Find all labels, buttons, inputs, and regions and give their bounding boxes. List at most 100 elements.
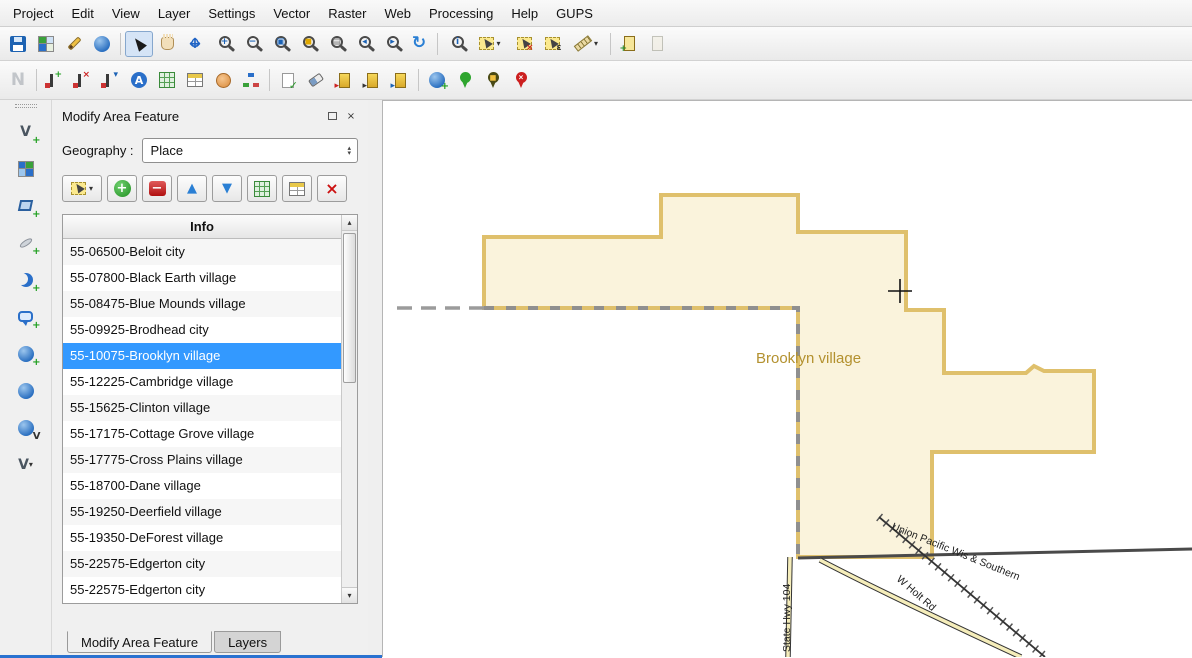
select-features-button[interactable]: ▾	[470, 31, 510, 57]
zoom-next-button[interactable]: ▸	[377, 31, 405, 57]
save-button[interactable]	[4, 31, 32, 57]
list-item[interactable]: 55-19250-Deerfield village	[63, 499, 341, 525]
move-up-button[interactable]: ▲	[177, 175, 207, 202]
list-scrollbar[interactable]: ▴ ▾	[341, 215, 357, 603]
menu-help[interactable]: Help	[502, 2, 547, 25]
import-shared-button[interactable]: ▸	[330, 67, 358, 93]
list-item[interactable]: 55-22575-Edgerton city	[63, 577, 341, 603]
list-item[interactable]: 55-07800-Black Earth village	[63, 265, 341, 291]
list-item-selected[interactable]: 55-10075-Brooklyn village	[63, 343, 341, 369]
list-item[interactable]: 55-19350-DeForest village	[63, 525, 341, 551]
zoom-out-button[interactable]: −	[237, 31, 265, 57]
vertex-add-button[interactable]: +	[41, 67, 69, 93]
list-item[interactable]: 55-06500-Beloit city	[63, 239, 341, 265]
label-feature-button[interactable]: A	[125, 67, 153, 93]
marker-edit-button[interactable]: ◼	[479, 67, 507, 93]
menu-web[interactable]: Web	[376, 2, 421, 25]
pan-to-selection-button[interactable]: ↔↕	[181, 31, 209, 57]
menu-processing[interactable]: Processing	[420, 2, 502, 25]
move-down-button[interactable]: ▼	[212, 175, 242, 202]
zoom-full-button[interactable]: ▣	[265, 31, 293, 57]
zoom-to-layer-button[interactable]: ▤	[321, 31, 349, 57]
touch-zoom-button[interactable]	[88, 31, 116, 57]
cancel-button[interactable]: ×	[317, 175, 347, 202]
add-geography-button[interactable]: +	[423, 67, 451, 93]
list-item[interactable]: 55-12225-Cambridge village	[63, 369, 341, 395]
update-face-button[interactable]	[209, 67, 237, 93]
identify-button[interactable]: i	[442, 31, 470, 57]
list-item[interactable]: 55-22575-Edgerton city	[63, 551, 341, 577]
ruler-icon	[574, 35, 592, 52]
map-canvas[interactable]: Brooklyn village Union Pacific Wis & Sou…	[382, 100, 1192, 657]
toolbar-grip[interactable]	[15, 104, 37, 108]
digitize-button[interactable]	[60, 31, 88, 57]
menu-edit[interactable]: Edit	[62, 2, 102, 25]
list-item[interactable]: 55-08475-Blue Mounds village	[63, 291, 341, 317]
menu-view[interactable]: View	[103, 2, 149, 25]
attribute-table-button[interactable]	[181, 67, 209, 93]
scroll-up-button[interactable]: ▴	[342, 215, 357, 231]
open-form-button[interactable]	[153, 67, 181, 93]
add-polygon-button[interactable]: +	[10, 191, 42, 220]
vertex-delete-button[interactable]: ×	[69, 67, 97, 93]
validate-icon: ✓	[282, 73, 294, 88]
digitize-menu-button[interactable]: V▾	[10, 450, 42, 479]
clean-topology-button[interactable]	[302, 67, 330, 93]
panel-splitter[interactable]	[368, 100, 382, 657]
pointer-tool-button[interactable]	[125, 31, 153, 57]
select-feature-button[interactable]: ▾	[62, 175, 102, 202]
raster-tool-button[interactable]	[10, 154, 42, 183]
zoom-last-button[interactable]: ◂	[349, 31, 377, 57]
dock-close-button[interactable]: ×	[344, 109, 358, 123]
remove-feature-button[interactable]: −	[142, 175, 172, 202]
paste-feature-button[interactable]	[643, 31, 671, 57]
list-header[interactable]: Info	[63, 215, 341, 239]
scroll-thumb[interactable]	[343, 233, 356, 383]
menu-vector[interactable]: Vector	[264, 2, 319, 25]
tab-modify-area-feature[interactable]: Modify Area Feature	[67, 631, 212, 653]
list-item[interactable]: 55-17775-Cross Plains village	[63, 447, 341, 473]
dock-float-button[interactable]	[325, 109, 339, 123]
scroll-down-button[interactable]: ▾	[342, 587, 357, 603]
measure-button[interactable]: ▾	[566, 31, 606, 57]
deselect-button[interactable]: ×	[510, 31, 538, 57]
list-item[interactable]: 55-18700-Dane village	[63, 473, 341, 499]
menu-settings[interactable]: Settings	[199, 2, 264, 25]
validate-button[interactable]: ✓	[274, 67, 302, 93]
pan-tool-button[interactable]	[153, 31, 181, 57]
map-overview-button[interactable]	[32, 31, 60, 57]
digitize-line-button[interactable]: V+	[10, 117, 42, 146]
menu-layer[interactable]: Layer	[149, 2, 200, 25]
geography-select[interactable]: Place ▴▾	[142, 138, 358, 163]
menu-gups[interactable]: GUPS	[547, 2, 602, 25]
export-data-button[interactable]: ▸	[386, 67, 414, 93]
copy-feature-button[interactable]: +	[615, 31, 643, 57]
refresh-button[interactable]: ↻	[405, 31, 433, 57]
marker-add-button[interactable]	[451, 67, 479, 93]
add-curve-button[interactable]: +	[10, 265, 42, 294]
menu-project[interactable]: Project	[4, 2, 62, 25]
add-area-button[interactable]: +	[10, 339, 42, 368]
open-attributes-button[interactable]	[282, 175, 312, 202]
vector-globe-button[interactable]: V	[10, 413, 42, 442]
add-linear-button[interactable]: +	[10, 228, 42, 257]
zoom-in-button[interactable]: +	[209, 31, 237, 57]
zoom-to-selection-button[interactable]: ◼	[293, 31, 321, 57]
brooklyn-village-polygon[interactable]	[484, 195, 1094, 557]
tab-layers[interactable]: Layers	[214, 631, 281, 653]
list-item[interactable]: 55-09925-Brodhead city	[63, 317, 341, 343]
list-item[interactable]: 55-17175-Cottage Grove village	[63, 421, 341, 447]
marker-delete-button[interactable]: ×	[507, 67, 535, 93]
world-view-button[interactable]	[10, 376, 42, 405]
globe-icon	[18, 420, 34, 436]
select-by-expression-button[interactable]: ε	[538, 31, 566, 57]
label-tool-button[interactable]: N	[4, 67, 32, 93]
list-item[interactable]: 55-15625-Clinton village	[63, 395, 341, 421]
add-feature-button[interactable]: +	[107, 175, 137, 202]
add-annotation-button[interactable]: +	[10, 302, 42, 331]
vertex-select-button[interactable]: ▾	[97, 67, 125, 93]
export-shared-button[interactable]: ▸	[358, 67, 386, 93]
zoom-to-feature-button[interactable]	[247, 175, 277, 202]
menu-raster[interactable]: Raster	[319, 2, 375, 25]
hierarchy-button[interactable]	[237, 67, 265, 93]
